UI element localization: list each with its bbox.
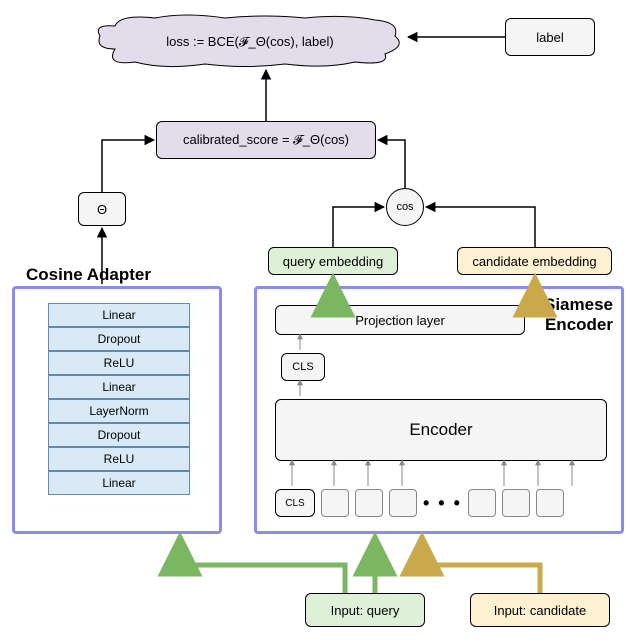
theta-box: Θ xyxy=(78,192,126,226)
calibrated-score-text: calibrated_score = 𝓕_Θ(cos) xyxy=(183,132,349,148)
token-4 xyxy=(468,489,496,517)
query-embedding-box: query embedding xyxy=(268,247,398,275)
siamese-encoder-title: Siamese Encoder xyxy=(544,295,613,335)
adapter-layer: Linear xyxy=(48,303,190,327)
siamese-encoder-module: Siamese Encoder Projection layer CLS Enc… xyxy=(254,286,624,534)
adapter-layer: Dropout xyxy=(48,327,190,351)
token-2 xyxy=(355,489,383,517)
token-row: CLS • • • xyxy=(275,489,564,517)
loss-cloud: loss := BCE(𝓕_Θ(cos), label) xyxy=(95,14,405,69)
token-5 xyxy=(502,489,530,517)
adapter-layer: ReLU xyxy=(48,447,190,471)
token-3 xyxy=(389,489,417,517)
adapter-layer: Dropout xyxy=(48,423,190,447)
input-query-text: Input: query xyxy=(331,603,400,618)
projection-layer-text: Projection layer xyxy=(355,313,445,328)
candidate-embedding-box: candidate embedding xyxy=(457,247,612,275)
cos-circle: cos xyxy=(386,188,424,226)
encoder-text: Encoder xyxy=(409,420,472,440)
cosine-adapter-module: Cosine Adapter LinearDropoutReLULinearLa… xyxy=(12,286,222,534)
label-text: label xyxy=(536,30,563,45)
encoder-box: Encoder xyxy=(275,399,607,461)
cls-token: CLS xyxy=(275,489,315,517)
cls-output-text: CLS xyxy=(292,361,313,373)
adapter-layer: ReLU xyxy=(48,351,190,375)
cosine-adapter-layers: LinearDropoutReLULinearLayerNormDropoutR… xyxy=(48,303,190,495)
candidate-embedding-text: candidate embedding xyxy=(472,254,596,269)
input-query-box: Input: query xyxy=(305,593,425,627)
cos-text: cos xyxy=(396,201,413,213)
input-candidate-text: Input: candidate xyxy=(494,603,587,618)
token-6 xyxy=(536,489,564,517)
projection-layer-box: Projection layer xyxy=(275,305,525,335)
query-embedding-text: query embedding xyxy=(283,254,383,269)
cosine-adapter-title: Cosine Adapter xyxy=(23,265,154,285)
calibrated-score-box: calibrated_score = 𝓕_Θ(cos) xyxy=(156,121,376,159)
cls-output-box: CLS xyxy=(281,353,325,381)
label-box: label xyxy=(505,18,595,56)
token-1 xyxy=(321,489,349,517)
loss-text: loss := BCE(𝓕_Θ(cos), label) xyxy=(166,34,333,50)
token-ellipsis: • • • xyxy=(423,493,462,514)
input-candidate-box: Input: candidate xyxy=(470,593,610,627)
adapter-layer: LayerNorm xyxy=(48,399,190,423)
adapter-layer: Linear xyxy=(48,375,190,399)
adapter-layer: Linear xyxy=(48,471,190,495)
theta-text: Θ xyxy=(97,202,107,217)
